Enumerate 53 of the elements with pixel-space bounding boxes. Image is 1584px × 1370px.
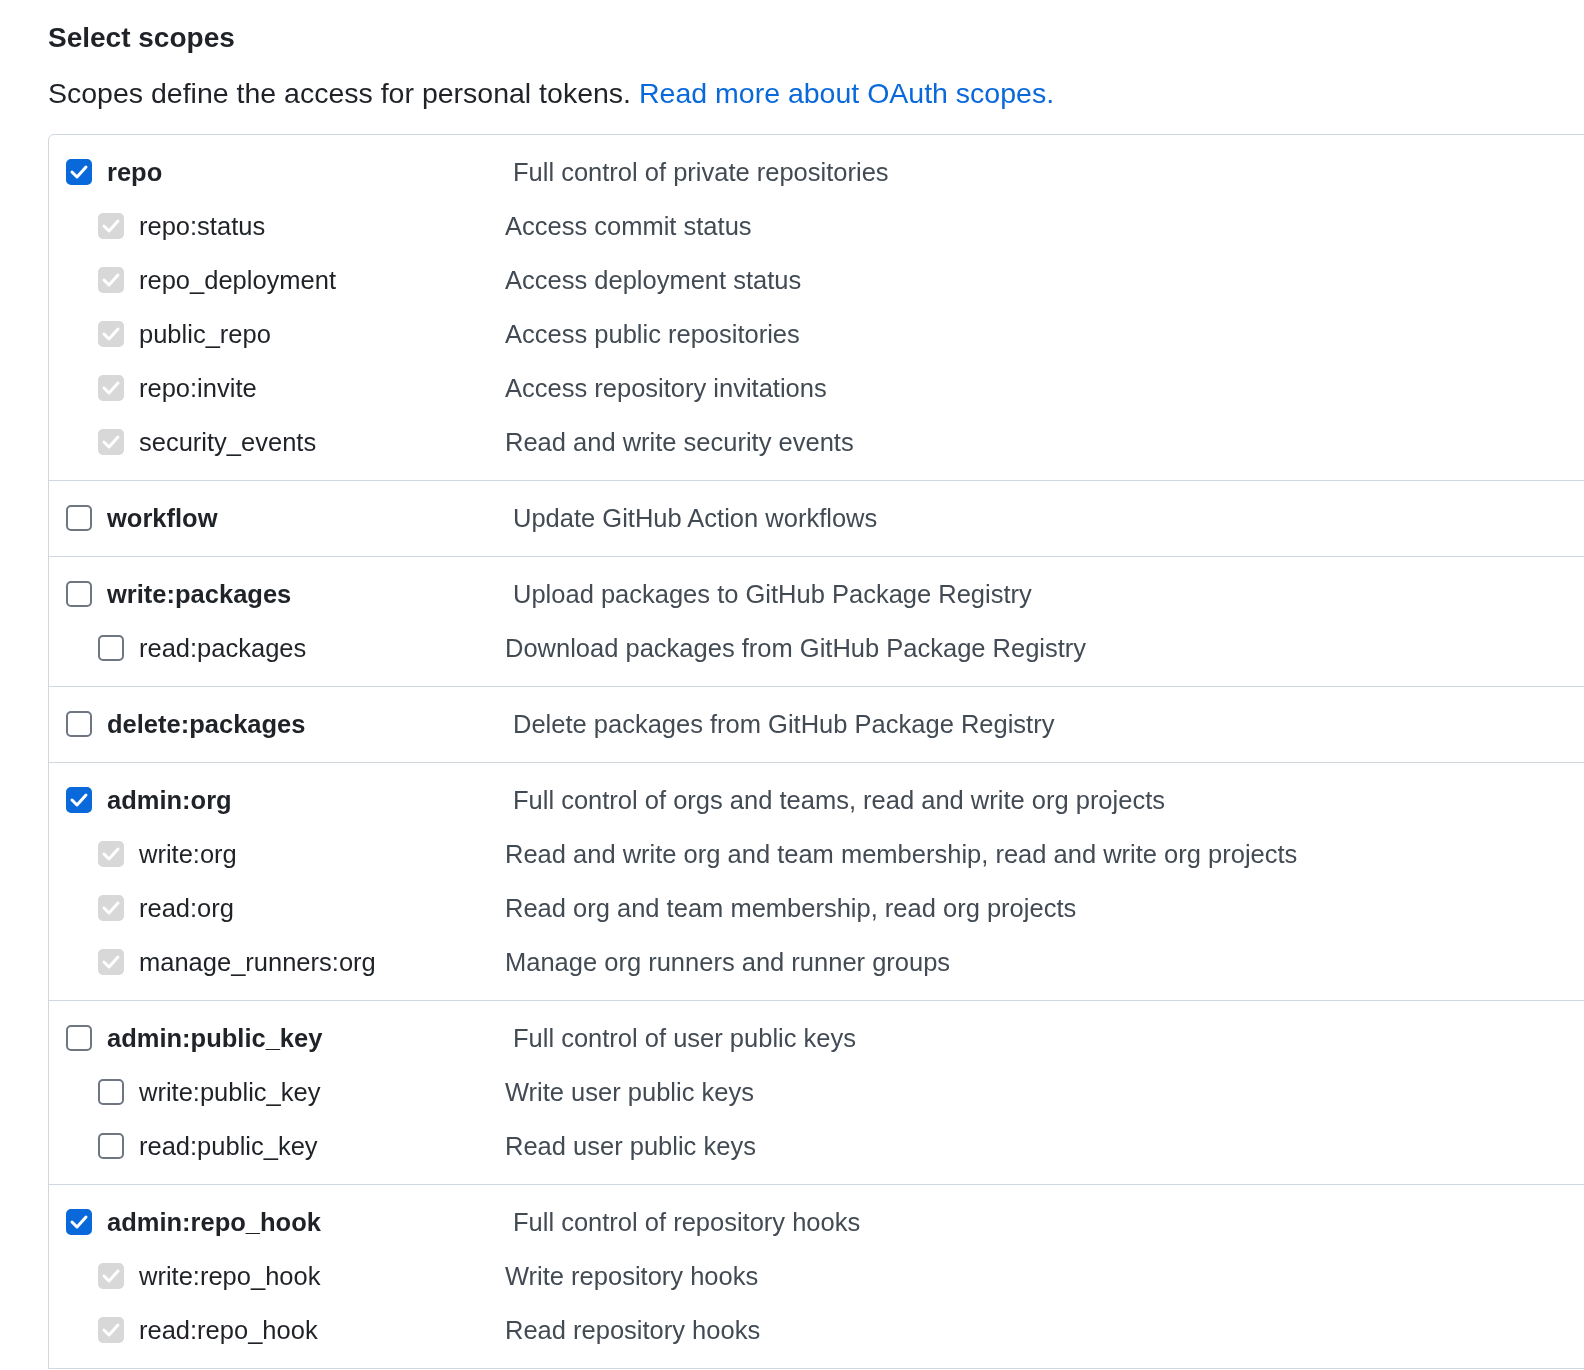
scope-name: read:org (139, 893, 235, 923)
scope-description: Update GitHub Action workflows (513, 503, 878, 533)
scope-description: Read repository hooks (505, 1315, 761, 1345)
scope-name: repo_deployment (139, 265, 338, 295)
scope-name: read:packages (139, 633, 308, 663)
scope-name: write:repo_hook (139, 1261, 322, 1291)
checkbox[interactable] (66, 505, 92, 531)
scope-description: Manage org runners and runner groups (505, 947, 951, 977)
checkbox[interactable] (66, 787, 92, 813)
scope-description: Write repository hooks (505, 1261, 759, 1291)
scope-description: Full control of repository hooks (513, 1207, 861, 1237)
scope-description: Delete packages from GitHub Package Registry (513, 709, 1055, 739)
oauth-scopes-link[interactable]: Read more about OAuth scopes. (639, 74, 1055, 112)
scope-name: write:public_key (139, 1077, 322, 1107)
scope-description: Upload packages to GitHub Package Registry (513, 579, 1032, 609)
scope-description: Access public repositories (505, 319, 800, 349)
scope-name: repo:status (139, 211, 267, 241)
scope-description: Full control of user public keys (513, 1023, 856, 1053)
scope-description: Read user public keys (505, 1131, 756, 1161)
scope-description: Access commit status (505, 211, 752, 241)
scope-name: read:public_key (139, 1131, 319, 1161)
checkbox[interactable] (66, 711, 92, 737)
checkbox[interactable] (66, 1025, 92, 1051)
checkbox[interactable] (98, 1079, 124, 1105)
scope-name: public_repo (139, 319, 272, 349)
checkbox[interactable] (98, 1133, 124, 1159)
checkbox[interactable] (66, 1209, 92, 1235)
scope-name: manage_runners:org (139, 947, 377, 977)
scope-name: delete:packages (107, 709, 307, 739)
scope-name: admin:repo_hook (107, 1207, 322, 1237)
scope-description: Access deployment status (505, 265, 802, 295)
scope-name: admin:org (107, 785, 233, 815)
scope-description: Write user public keys (505, 1077, 754, 1107)
scope-description: Download packages from GitHub Package Registry (505, 633, 1087, 663)
scope-description: Full control of orgs and teams, read and write org projects (513, 785, 1165, 815)
scope-name: admin:public_key (107, 1023, 324, 1053)
scope-description: Read org and team membership, read org projects (505, 893, 1077, 923)
checkbox[interactable] (66, 159, 92, 185)
section-heading: Select scopes (48, 21, 236, 55)
scope-name: read:repo_hook (139, 1315, 319, 1345)
scope-name: repo (107, 157, 164, 187)
scope-name: security_events (139, 427, 318, 457)
checkbox[interactable] (66, 581, 92, 607)
scope-name: workflow (107, 503, 219, 533)
scope-name: write:org (139, 839, 238, 869)
scope-description: Access repository invitations (505, 373, 827, 403)
intro-text: Scopes define the access for personal tokens. (48, 76, 631, 111)
scope-description: Full control of private repositories (513, 157, 889, 187)
scope-description: Read and write security events (505, 427, 854, 457)
checkbox[interactable] (98, 635, 124, 661)
scope-description: Read and write org and team membership, read and write org projects (505, 839, 1298, 869)
scope-name: write:packages (107, 579, 293, 609)
scope-name: repo:invite (139, 373, 258, 403)
